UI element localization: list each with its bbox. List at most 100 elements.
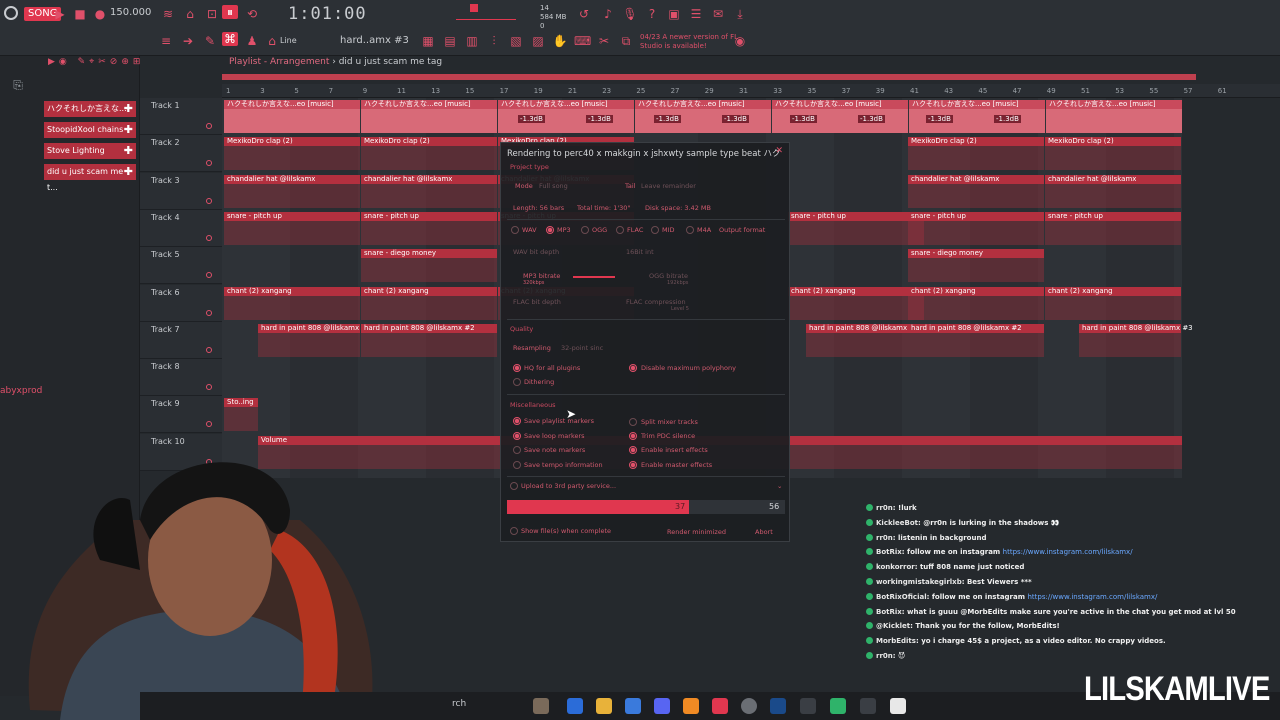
playlist-clip[interactable]: MexikoDro clap (2) (908, 137, 1044, 171)
format-radio-wav[interactable] (511, 226, 519, 234)
pattern-list-item[interactable]: did u just scam me t... ✚ (44, 164, 136, 192)
snap-mode-select[interactable]: Line (276, 34, 301, 48)
upload-option[interactable]: Upload to 3rd party service... (521, 482, 616, 490)
chat-link[interactable]: https://www.instagram.com/lilskamx/ (1027, 593, 1157, 601)
playlist-clip[interactable]: MexikoDro clap (2) (361, 137, 497, 171)
snap-icon[interactable]: ≡ (158, 34, 174, 48)
wav-bit-depth-value[interactable]: 16Bit int (626, 248, 654, 256)
stamp-icon[interactable]: ♟ (244, 34, 260, 48)
track-header[interactable]: Track 1 (140, 98, 222, 135)
playlist-clip[interactable]: hard in paint 808 @lilskamx #2 (908, 323, 1044, 357)
plugin-icon[interactable]: ▣ (666, 7, 682, 21)
chat-username[interactable]: BotRix (876, 548, 902, 556)
add-icon[interactable]: ✚ (124, 143, 133, 159)
playlist-clip[interactable]: chant (2) xangang (361, 286, 497, 320)
track-header[interactable]: Track 2 (140, 135, 222, 173)
undo-icon[interactable]: ↺ (576, 7, 592, 21)
split-mixer-checkbox[interactable] (629, 418, 637, 426)
playlist-clip[interactable]: hard in paint 808 @lilskamx (258, 323, 360, 357)
audio-icon[interactable]: ♪ (600, 7, 616, 21)
mp3-bitrate-slider[interactable] (573, 276, 615, 278)
save-tempo-checkbox[interactable] (513, 461, 521, 469)
record-icon[interactable]: ● (92, 7, 108, 21)
chat-username[interactable]: workingmistakegirlxb (876, 578, 962, 586)
track-header[interactable]: Track 5 (140, 247, 222, 285)
current-pattern-select[interactable]: hard..amx #3 (336, 34, 413, 48)
obs-icon[interactable] (741, 698, 757, 714)
metronome-icon[interactable]: ⌂ (182, 7, 198, 21)
brave-icon[interactable] (712, 698, 728, 714)
pattern-list-item[interactable]: Stove Lighting ✚ (44, 143, 136, 159)
tempo-display[interactable]: 150.000 (110, 7, 151, 18)
playlist-clip[interactable]: MexikoDro clap (2) (224, 137, 360, 171)
dithering-checkbox[interactable] (513, 378, 521, 386)
tail-select[interactable]: Leave remainder (641, 182, 696, 190)
playlist-clip[interactable]: hard in paint 808 @lilskamx (806, 323, 908, 357)
store-icon[interactable] (625, 698, 641, 714)
track-mute-icon[interactable] (206, 272, 212, 279)
disable-polyphony-checkbox[interactable] (629, 364, 637, 372)
playlist-clip[interactable]: snare - pitch up (788, 211, 924, 245)
mode-select[interactable]: Full song (539, 182, 568, 190)
resampling-select[interactable]: 32-point sinc (561, 344, 603, 352)
countdown-icon[interactable]: ⏸ (222, 5, 238, 19)
playlist-clip[interactable]: snare - pitch up (908, 211, 1044, 245)
format-radio-ogg[interactable] (581, 226, 589, 234)
keyboard-icon[interactable]: ⌨ (574, 34, 591, 48)
track-mute-icon[interactable] (206, 234, 212, 241)
stop-icon[interactable]: ■ (72, 7, 88, 21)
close-icon[interactable]: ✕ (775, 146, 783, 156)
playlist-clip[interactable]: snare - pitch up (361, 211, 497, 245)
piano-icon[interactable]: ▦ (420, 34, 436, 48)
chat-username[interactable]: rr0n (876, 504, 893, 512)
taskbar-search-fragment[interactable]: rch (452, 699, 466, 709)
format-radio-flac[interactable] (616, 226, 624, 234)
mixer-icon[interactable]: ☰ (688, 7, 704, 21)
track-header[interactable]: Track 6 (140, 284, 222, 322)
help-icon[interactable]: ? (644, 7, 660, 21)
playlist-clip[interactable]: chant (2) xangang (1045, 286, 1181, 320)
hq-plugins-checkbox[interactable] (513, 364, 521, 372)
track-header[interactable]: Track 7 (140, 321, 222, 359)
playlist-clip[interactable]: hard in paint 808 @lilskamx #2 (361, 323, 497, 357)
enable-insert-checkbox[interactable] (629, 446, 637, 454)
playlist-clip[interactable]: chant (2) xangang (224, 286, 360, 320)
mic-icon[interactable]: 🎙 (622, 7, 638, 21)
template-icon[interactable]: ⧉ (618, 34, 634, 48)
playlist-icon[interactable]: ▥ (464, 34, 480, 48)
playlist-tools[interactable]: ▶◉ ✎⌖✂⊘⊕⊞ (48, 57, 144, 67)
loop-record-icon[interactable]: ⟲ (244, 7, 260, 21)
steam-icon[interactable] (770, 698, 786, 714)
chevron-down-icon[interactable]: ⌄ (777, 482, 782, 490)
playlist-clip[interactable]: snare - diego money (908, 249, 1044, 283)
track-mute-icon[interactable] (206, 384, 212, 391)
format-radio-mid[interactable] (651, 226, 659, 234)
taskbar-app-icon[interactable] (860, 698, 876, 714)
chat-username[interactable]: rr0n (876, 534, 893, 542)
chat-link[interactable]: https://www.instagram.com/lilskamx/ (1003, 548, 1133, 556)
song-position-display[interactable]: 1:01:00 (288, 4, 367, 24)
trim-pdc-checkbox[interactable] (629, 432, 637, 440)
track-mute-icon[interactable] (206, 309, 212, 316)
plugin-picker-icon[interactable]: ▨ (530, 34, 546, 48)
playlist-clip[interactable]: chant (2) xangang (908, 286, 1044, 320)
playlist-clip[interactable]: MexikoDro clap (2) (1045, 137, 1181, 171)
image-line-icon[interactable]: ◉ (732, 34, 748, 48)
chat-username[interactable]: BotRixOficial (876, 593, 927, 601)
add-icon[interactable]: ✚ (124, 164, 133, 180)
cut-icon[interactable]: ✂ (596, 34, 612, 48)
track-mute-icon[interactable] (206, 160, 212, 167)
pattern-list-item[interactable]: StoopidXool chains ✚ (44, 122, 136, 138)
show-files-checkbox[interactable] (510, 527, 518, 535)
play-icon[interactable]: ▶ (52, 7, 68, 21)
playlist-clip[interactable]: ハクそれしか言えな...eo [music] (1046, 100, 1182, 133)
taskbar-app-icon[interactable] (890, 698, 906, 714)
chat-icon[interactable]: ✉ (710, 7, 726, 21)
chat-username[interactable]: MorbEdits (876, 637, 916, 645)
arrow-right-icon[interactable]: ➔ (180, 34, 196, 48)
arrangement-name[interactable]: did u just scam me tag (339, 57, 442, 67)
track-mute-icon[interactable] (206, 123, 212, 129)
chat-username[interactable]: BotRix (876, 608, 902, 616)
render-minimized-button[interactable]: Render minimized (667, 528, 726, 536)
download-icon[interactable]: ⤓ (732, 7, 748, 21)
